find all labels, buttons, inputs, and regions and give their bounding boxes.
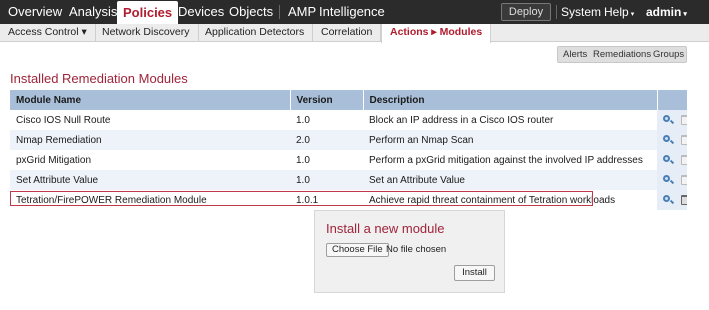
trash-icon bbox=[681, 114, 687, 125]
module-description: Perform an Nmap Scan bbox=[363, 130, 657, 150]
nav-divider bbox=[279, 5, 280, 19]
column-header-version[interactable]: Version bbox=[290, 90, 364, 110]
user-name: admin bbox=[646, 5, 682, 19]
tab-remediations[interactable]: Remediations bbox=[593, 47, 651, 62]
table-row: pxGrid Mitigation 1.0 Perform a pxGrid m… bbox=[10, 150, 687, 170]
module-description: Block an IP address in a Cisco IOS route… bbox=[363, 110, 657, 130]
nav-help-label: Help bbox=[604, 5, 629, 19]
nav-objects[interactable]: Objects bbox=[229, 0, 273, 24]
install-button[interactable]: Install bbox=[454, 265, 495, 281]
view-icon[interactable] bbox=[663, 174, 675, 185]
trash-icon bbox=[681, 154, 687, 165]
deploy-button[interactable]: Deploy bbox=[501, 3, 551, 21]
chevron-down-icon: ▾ bbox=[630, 11, 635, 18]
module-description: Perform a pxGrid mitigation against the … bbox=[363, 150, 657, 170]
install-title: Install a new module bbox=[326, 221, 445, 236]
module-version: 1.0 bbox=[290, 150, 363, 170]
module-name: Set Attribute Value bbox=[10, 170, 290, 190]
table-row: Nmap Remediation 2.0 Perform an Nmap Sca… bbox=[10, 130, 687, 150]
module-version: 1.0.1 bbox=[290, 190, 363, 210]
nav-devices[interactable]: Devices bbox=[178, 0, 224, 24]
column-header-description[interactable]: Description bbox=[363, 90, 658, 110]
nav-system[interactable]: System bbox=[561, 0, 601, 24]
subnav-correlation[interactable]: Correlation bbox=[313, 24, 382, 42]
user-menu[interactable]: admin ▾ bbox=[646, 0, 687, 24]
top-nav: Overview Analysis Policies Devices Objec… bbox=[0, 0, 709, 24]
module-version: 1.0 bbox=[290, 170, 363, 190]
module-name: Nmap Remediation bbox=[10, 130, 290, 150]
row-actions bbox=[657, 110, 687, 130]
nav-policies[interactable]: Policies bbox=[117, 1, 179, 24]
remediation-tabs: Alerts Remediations Groups bbox=[557, 46, 687, 63]
view-icon[interactable] bbox=[663, 194, 675, 205]
module-name: Cisco IOS Null Route bbox=[10, 110, 290, 130]
view-icon[interactable] bbox=[663, 154, 675, 165]
modules-table: Module Name Version Description Cisco IO… bbox=[10, 90, 688, 210]
tab-alerts[interactable]: Alerts bbox=[563, 47, 587, 62]
row-actions bbox=[657, 170, 687, 190]
trash-icon bbox=[681, 134, 687, 145]
tab-groups[interactable]: Groups bbox=[653, 47, 684, 62]
module-name: Tetration/FirePOWER Remediation Module bbox=[10, 190, 290, 210]
module-description: Set an Attribute Value bbox=[363, 170, 657, 190]
row-actions bbox=[657, 190, 687, 210]
row-actions bbox=[657, 150, 687, 170]
table-row: Cisco IOS Null Route 1.0 Block an IP add… bbox=[10, 110, 687, 130]
module-version: 1.0 bbox=[290, 110, 363, 130]
choose-file-button[interactable]: Choose File bbox=[326, 243, 389, 257]
chevron-down-icon: ▾ bbox=[683, 11, 687, 18]
view-icon[interactable] bbox=[663, 134, 675, 145]
page-title: Installed Remediation Modules bbox=[10, 71, 188, 86]
trash-icon bbox=[681, 174, 687, 185]
module-description: Achieve rapid threat containment of Tetr… bbox=[363, 190, 657, 210]
nav-analysis[interactable]: Analysis bbox=[69, 0, 117, 24]
subnav-application-detectors[interactable]: Application Detectors bbox=[197, 24, 314, 42]
view-icon[interactable] bbox=[663, 114, 675, 125]
trash-icon[interactable] bbox=[681, 194, 687, 205]
nav-overview[interactable]: Overview bbox=[8, 0, 62, 24]
subnav-actions-modules[interactable]: Actions ▸ Modules bbox=[381, 24, 492, 43]
nav-divider bbox=[556, 5, 557, 19]
nav-help[interactable]: Help ▾ bbox=[604, 0, 634, 24]
nav-intelligence[interactable]: Intelligence bbox=[319, 0, 385, 24]
module-name: pxGrid Mitigation bbox=[10, 150, 290, 170]
column-header-actions bbox=[657, 90, 688, 110]
nav-amp[interactable]: AMP bbox=[288, 0, 316, 24]
sub-nav: Access Control ▾ Network Discovery Appli… bbox=[0, 24, 709, 43]
subnav-network-discovery[interactable]: Network Discovery bbox=[94, 24, 199, 42]
row-actions bbox=[657, 130, 687, 150]
table-header-row: Module Name Version Description bbox=[10, 90, 688, 110]
table-row: Tetration/FirePOWER Remediation Module 1… bbox=[10, 190, 687, 210]
subnav-access-control[interactable]: Access Control ▾ bbox=[0, 24, 96, 42]
table-row: Set Attribute Value 1.0 Set an Attribute… bbox=[10, 170, 687, 190]
file-status: No file chosen bbox=[386, 244, 447, 255]
column-header-module-name[interactable]: Module Name bbox=[10, 90, 291, 110]
module-version: 2.0 bbox=[290, 130, 363, 150]
install-module-panel: Install a new module Choose File No file… bbox=[314, 210, 505, 293]
